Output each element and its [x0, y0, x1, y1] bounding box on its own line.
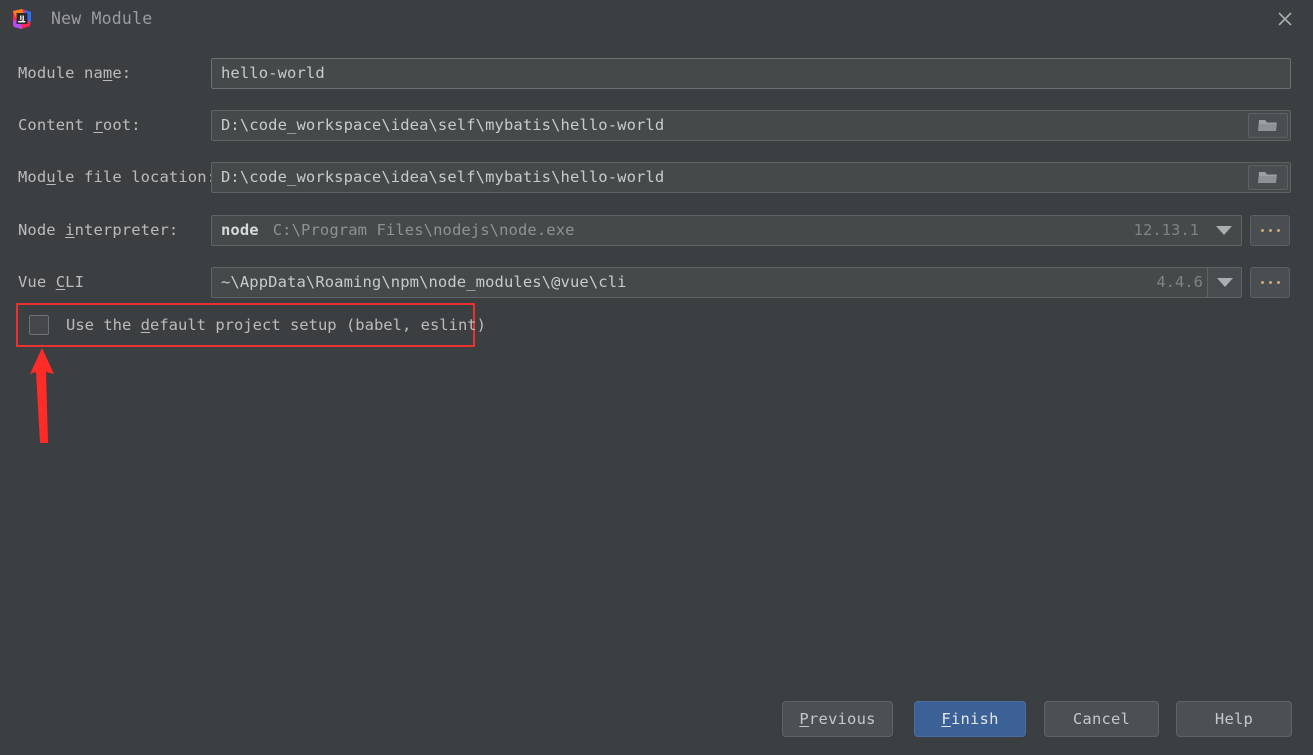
ellipsis-icon [1260, 280, 1264, 284]
ellipsis-icon [1276, 228, 1280, 232]
vue-cli-path: ~\AppData\Roaming\npm\node_modules\@vue\… [221, 273, 627, 291]
node-interpreter-browse-button[interactable] [1250, 214, 1290, 246]
dialog-title-bar: IJ New Module [0, 0, 1313, 37]
vue-cli-select[interactable]: ~\AppData\Roaming\npm\node_modules\@vue\… [211, 266, 1242, 298]
folder-icon[interactable] [1248, 112, 1288, 138]
background-window-sliver [0, 747, 1313, 755]
previous-button[interactable]: Previous [782, 701, 893, 737]
content-root-value: D:\code_workspace\idea\self\mybatis\hell… [221, 116, 665, 134]
content-root-input[interactable]: D:\code_workspace\idea\self\mybatis\hell… [211, 109, 1291, 141]
field-row-vue-cli: Vue CLI ~\AppData\Roaming\npm\node_modul… [0, 264, 1313, 300]
label-module-file-location: Module file location: [18, 168, 217, 186]
node-interpreter-version: 12.13.1 [1133, 221, 1199, 239]
chevron-down-icon[interactable] [1207, 216, 1241, 245]
module-file-location-value: D:\code_workspace\idea\self\mybatis\hell… [221, 168, 665, 186]
node-interpreter-path: C:\Program Files\nodejs\node.exe [272, 221, 575, 239]
cancel-button[interactable]: Cancel [1044, 701, 1159, 737]
new-module-dialog: IJ New Module Module name: hello-world C… [0, 0, 1313, 755]
module-name-value: hello-world [221, 64, 325, 82]
module-file-location-input[interactable]: D:\code_workspace\idea\self\mybatis\hell… [211, 161, 1291, 193]
default-project-setup-highlight: Use the default project setup (babel, es… [16, 303, 486, 347]
red-up-arrow-icon [27, 348, 59, 443]
node-interpreter-name: node [221, 221, 259, 239]
finish-button[interactable]: Finish [914, 701, 1026, 737]
field-row-module-name: Module name: hello-world [0, 55, 1313, 91]
vue-cli-browse-button[interactable] [1250, 266, 1290, 298]
dialog-button-bar: Previous Finish Cancel Help [0, 701, 1313, 737]
svg-text:IJ: IJ [20, 14, 25, 22]
ellipsis-icon [1276, 280, 1280, 284]
label-vue-cli: Vue CLI [18, 273, 85, 291]
default-project-setup-label[interactable]: Use the default project setup (babel, es… [66, 316, 486, 334]
field-row-node-interpreter: Node interpreter: node C:\Program Files\… [0, 212, 1313, 248]
help-button[interactable]: Help [1176, 701, 1292, 737]
intellij-idea-icon: IJ [11, 8, 33, 30]
field-row-module-file-location: Module file location: D:\code_workspace\… [0, 159, 1313, 195]
node-interpreter-select[interactable]: node C:\Program Files\nodejs\node.exe 12… [211, 214, 1242, 246]
label-content-root: Content root: [18, 116, 141, 134]
close-icon[interactable] [1257, 0, 1313, 37]
field-row-content-root: Content root: D:\code_workspace\idea\sel… [0, 107, 1313, 143]
ellipsis-icon [1260, 228, 1264, 232]
label-module-name: Module name: [18, 64, 132, 82]
label-node-interpreter: Node interpreter: [18, 221, 179, 239]
default-project-setup-checkbox[interactable] [29, 315, 49, 335]
module-name-input[interactable]: hello-world [211, 57, 1291, 89]
folder-icon[interactable] [1248, 164, 1288, 190]
dialog-title: New Module [51, 9, 153, 28]
ellipsis-icon [1268, 228, 1272, 232]
vue-cli-version: 4.4.6 [1156, 273, 1203, 291]
ellipsis-icon [1268, 280, 1272, 284]
chevron-down-icon[interactable] [1207, 267, 1241, 297]
